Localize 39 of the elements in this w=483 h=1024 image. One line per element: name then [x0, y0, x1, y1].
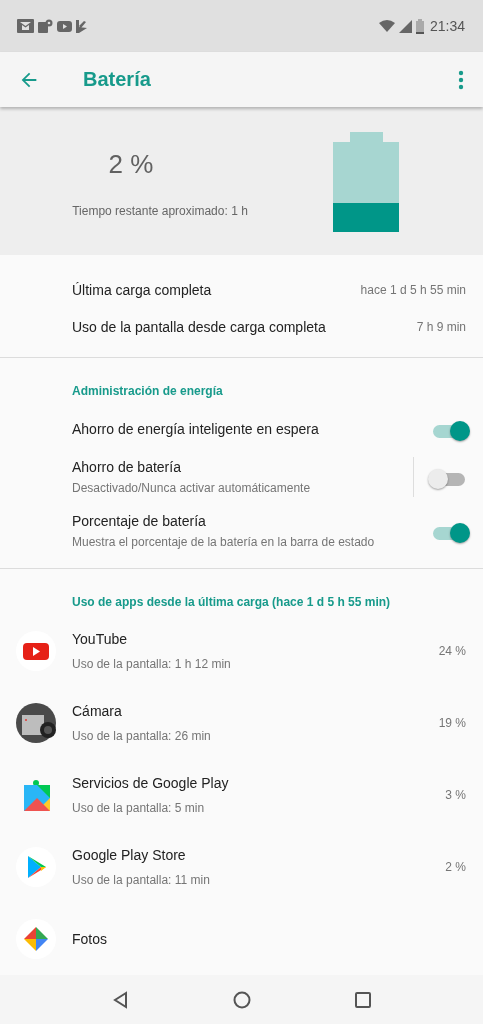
setting-summary: Desactivado/Nunca activar automáticamente	[72, 480, 312, 495]
app-battery-percent: 3 %	[445, 788, 466, 802]
app-name: Google Play Store	[72, 847, 187, 863]
app-usage: Uso de la pantalla: 11 min	[72, 873, 211, 887]
camera-icon	[16, 703, 56, 743]
setting-label: Uso de la pantalla desde carga completa	[72, 319, 327, 336]
setting-summary: Muestra el porcentaje de la batería en la barra de estado	[72, 534, 376, 549]
app-usage: Uso de la pantalla: 26 min	[72, 729, 212, 743]
setting-title: Ahorro de energía inteligente en espera	[72, 420, 320, 437]
section-header: Administración de energía	[71, 382, 224, 400]
play-icon	[57, 20, 72, 32]
screen-title: Batería	[83, 68, 152, 91]
signal-icon	[398, 19, 412, 33]
setting-value: hace 1 d 5 h 55 min	[360, 282, 466, 297]
clock-time: 21:34	[429, 18, 465, 34]
setting-title: Porcentaje de batería	[72, 512, 207, 529]
recents-icon[interactable]	[353, 990, 372, 1009]
app-name: YouTube	[72, 631, 128, 647]
app-usage: Uso de la pantalla: 1 h 12 min	[72, 657, 232, 671]
app-usage: Uso de la pantalla: 5 min	[72, 801, 206, 815]
setting-value: 7 h 9 min	[416, 320, 466, 335]
app-name: Fotos	[72, 931, 108, 947]
app-battery-percent: 24 %	[438, 644, 466, 658]
more-options-icon[interactable]	[458, 69, 464, 90]
battery-percentage: 2 %	[108, 149, 154, 180]
wifi-icon	[378, 20, 395, 32]
setting-title: Ahorro de batería	[72, 458, 182, 475]
app-name: Servicios de Google Play	[72, 775, 230, 791]
back-icon[interactable]	[111, 990, 130, 1009]
app-battery-percent: 19 %	[438, 716, 466, 730]
setting-label: Última carga completa	[72, 281, 213, 298]
mail-icon	[17, 19, 34, 33]
section-header: Uso de apps desde la última carga (hace 1 d 5 h 55 min)	[71, 594, 392, 612]
app-battery-percent: 2 %	[445, 860, 466, 874]
battery-icon	[415, 18, 424, 34]
map-icon	[38, 19, 53, 33]
remaining-time: Tiempo restante aproximado: 1 h	[72, 204, 248, 218]
app-name: Cámara	[72, 703, 123, 719]
home-icon[interactable]	[232, 990, 251, 1009]
